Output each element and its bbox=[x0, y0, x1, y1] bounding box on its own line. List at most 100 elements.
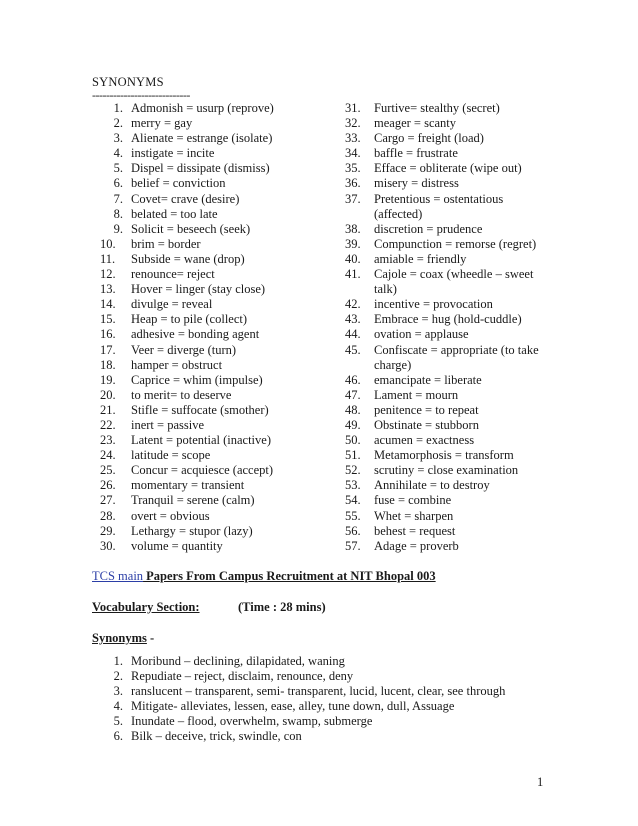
list-item: 17. Veer = diverge (turn) bbox=[100, 343, 330, 358]
list-item-text: divulge = reveal bbox=[131, 297, 213, 312]
list-item-text: Inundate – flood, overwhelm, swamp, subm… bbox=[131, 714, 373, 728]
list-item: 6. Bilk – deceive, trick, swindle, con bbox=[100, 729, 505, 744]
list-item-number: 5. bbox=[113, 714, 123, 728]
list-item: 3. Alienate = estrange (isolate) bbox=[100, 131, 330, 146]
list-item-number: 25. bbox=[100, 463, 116, 478]
list-item: 38. discretion = prudence bbox=[345, 222, 545, 237]
list-item-number: 52. bbox=[345, 463, 361, 478]
list-item: 52. scrutiny = close examination bbox=[345, 463, 545, 478]
list-item: 35. Efface = obliterate (wipe out) bbox=[345, 161, 545, 176]
list-item-number: 40. bbox=[345, 251, 361, 266]
list-item-number: 6. bbox=[113, 176, 123, 191]
list-item-text: behest = request bbox=[374, 523, 456, 538]
list-item: 51. Metamorphosis = transform bbox=[345, 448, 545, 463]
list-item-text: instigate = incite bbox=[131, 146, 215, 161]
list-item-number: 15. bbox=[100, 312, 116, 327]
list-item: 47. Lament = mourn bbox=[345, 388, 545, 403]
list-item-number: 43. bbox=[345, 312, 361, 327]
list-item-number: 48. bbox=[345, 402, 361, 417]
list-item: 5. Dispel = dissipate (dismiss) bbox=[100, 161, 330, 176]
list-item-number: 18. bbox=[100, 357, 116, 372]
list-item: 16. adhesive = bonding agent bbox=[100, 327, 330, 342]
list-item-text: scrutiny = close examination bbox=[374, 463, 519, 478]
list-item: 1. Admonish = usurp (reprove) bbox=[100, 101, 330, 116]
list-item-text: renounce= reject bbox=[131, 267, 215, 282]
list-item: 23. Latent = potential (inactive) bbox=[100, 433, 330, 448]
list-item-text: Lament = mourn bbox=[374, 387, 459, 402]
list-item-text: Metamorphosis = transform bbox=[374, 448, 514, 463]
list-item: 56. behest = request bbox=[345, 524, 545, 539]
list-item: 24. latitude = scope bbox=[100, 448, 330, 463]
list-item-text: Covet= crave (desire) bbox=[131, 191, 240, 206]
list-item-text: baffle = frustrate bbox=[374, 146, 458, 161]
list-item-text: Lethargy = stupor (lazy) bbox=[131, 523, 253, 538]
list-item-text: ranslucent – transparent, semi- transpar… bbox=[131, 684, 506, 698]
list-item: 42. incentive = provocation bbox=[345, 297, 545, 312]
list-item-text: Alienate = estrange (isolate) bbox=[131, 131, 273, 146]
list-item-text: fuse = combine bbox=[374, 493, 452, 508]
list-item: 46. emancipate = liberate bbox=[345, 373, 545, 388]
list-item: 4. Mitigate- alleviates, lessen, ease, al… bbox=[100, 699, 505, 714]
list-item-text: Annihilate = to destroy bbox=[374, 478, 490, 493]
list-item: 41. Cajole = coax (wheedle – sweet talk) bbox=[345, 267, 545, 297]
list-item: 27. Tranquil = serene (calm) bbox=[100, 493, 330, 508]
list-item-number: 36. bbox=[345, 176, 361, 191]
list-item-text: incentive = provocation bbox=[374, 297, 493, 312]
list-item-number: 41. bbox=[345, 267, 361, 282]
list-item-number: 9. bbox=[113, 221, 123, 236]
list-item: 44. ovation = applause bbox=[345, 327, 545, 342]
list-item-number: 12. bbox=[100, 267, 116, 282]
list-item-number: 8. bbox=[113, 206, 123, 221]
list-item-text: Dispel = dissipate (dismiss) bbox=[131, 161, 270, 176]
list-item-text: Caprice = whim (impulse) bbox=[131, 372, 263, 387]
list-item-text: Latent = potential (inactive) bbox=[131, 433, 271, 448]
list-item: 4. instigate = incite bbox=[100, 146, 330, 161]
list-item-number: 1. bbox=[113, 654, 123, 668]
list-item: 9. Solicit = beseech (seek) bbox=[100, 222, 330, 237]
list-item-number: 19. bbox=[100, 372, 116, 387]
list-item-number: 11. bbox=[100, 251, 116, 266]
list-item: 40. amiable = friendly bbox=[345, 252, 545, 267]
list-item-text: Admonish = usurp (reprove) bbox=[131, 101, 274, 115]
list-item-number: 23. bbox=[100, 433, 116, 448]
list-item: 33. Cargo = freight (load) bbox=[345, 131, 545, 146]
list-item-number: 47. bbox=[345, 387, 361, 402]
list-item: 15. Heap = to pile (collect) bbox=[100, 312, 330, 327]
list-item-text: acumen = exactness bbox=[374, 433, 475, 448]
synonym-list-right: 31. Furtive= stealthy (secret) 32. meager =… bbox=[345, 101, 545, 554]
list-item: 5. Inundate – flood, overwhelm, swamp, su… bbox=[100, 714, 505, 729]
list-item-text: discretion = prudence bbox=[374, 221, 483, 236]
list-item-number: 45. bbox=[345, 342, 361, 357]
tcs-main-link[interactable]: TCS main bbox=[92, 569, 143, 583]
list-item: 29. Lethargy = stupor (lazy) bbox=[100, 524, 330, 539]
list-item: 30. volume = quantity bbox=[100, 539, 330, 554]
list-item: 55. Whet = sharpen bbox=[345, 509, 545, 524]
list-item: 36. misery = distress bbox=[345, 176, 545, 191]
list-item-text: Concur = acquiesce (accept) bbox=[131, 463, 274, 478]
list-item-text: misery = distress bbox=[374, 176, 459, 191]
list-item-number: 21. bbox=[100, 402, 116, 417]
list-item-text: emancipate = liberate bbox=[374, 372, 482, 387]
list-item: 31. Furtive= stealthy (secret) bbox=[345, 101, 545, 116]
list-item: 12. renounce= reject bbox=[100, 267, 330, 282]
list-item-text: Efface = obliterate (wipe out) bbox=[374, 161, 522, 176]
list-item-number: 10. bbox=[100, 236, 116, 251]
list-item: 26. momentary = transient bbox=[100, 478, 330, 493]
list-item: 34. baffle = frustrate bbox=[345, 146, 545, 161]
list-item-number: 49. bbox=[345, 417, 361, 432]
list-item-text: brim = border bbox=[131, 236, 201, 251]
list-item-number: 26. bbox=[100, 478, 116, 493]
list-item-text: Furtive= stealthy (secret) bbox=[374, 101, 500, 115]
list-item-text: Subside = wane (drop) bbox=[131, 251, 245, 266]
list-item-number: 30. bbox=[100, 538, 116, 553]
list-item-number: 44. bbox=[345, 327, 361, 342]
list-item: 43. Embrace = hug (hold-cuddle) bbox=[345, 312, 545, 327]
list-item: 57. Adage = proverb bbox=[345, 539, 545, 554]
list-item-text: Adage = proverb bbox=[374, 538, 459, 553]
list-item-text: adhesive = bonding agent bbox=[131, 327, 260, 342]
list-item: 11. Subside = wane (drop) bbox=[100, 252, 330, 267]
list-item-number: 46. bbox=[345, 372, 361, 387]
list-item: 13. Hover = linger (stay close) bbox=[100, 282, 330, 297]
list-item-number: 7. bbox=[113, 191, 123, 206]
list-item-number: 39. bbox=[345, 236, 361, 251]
